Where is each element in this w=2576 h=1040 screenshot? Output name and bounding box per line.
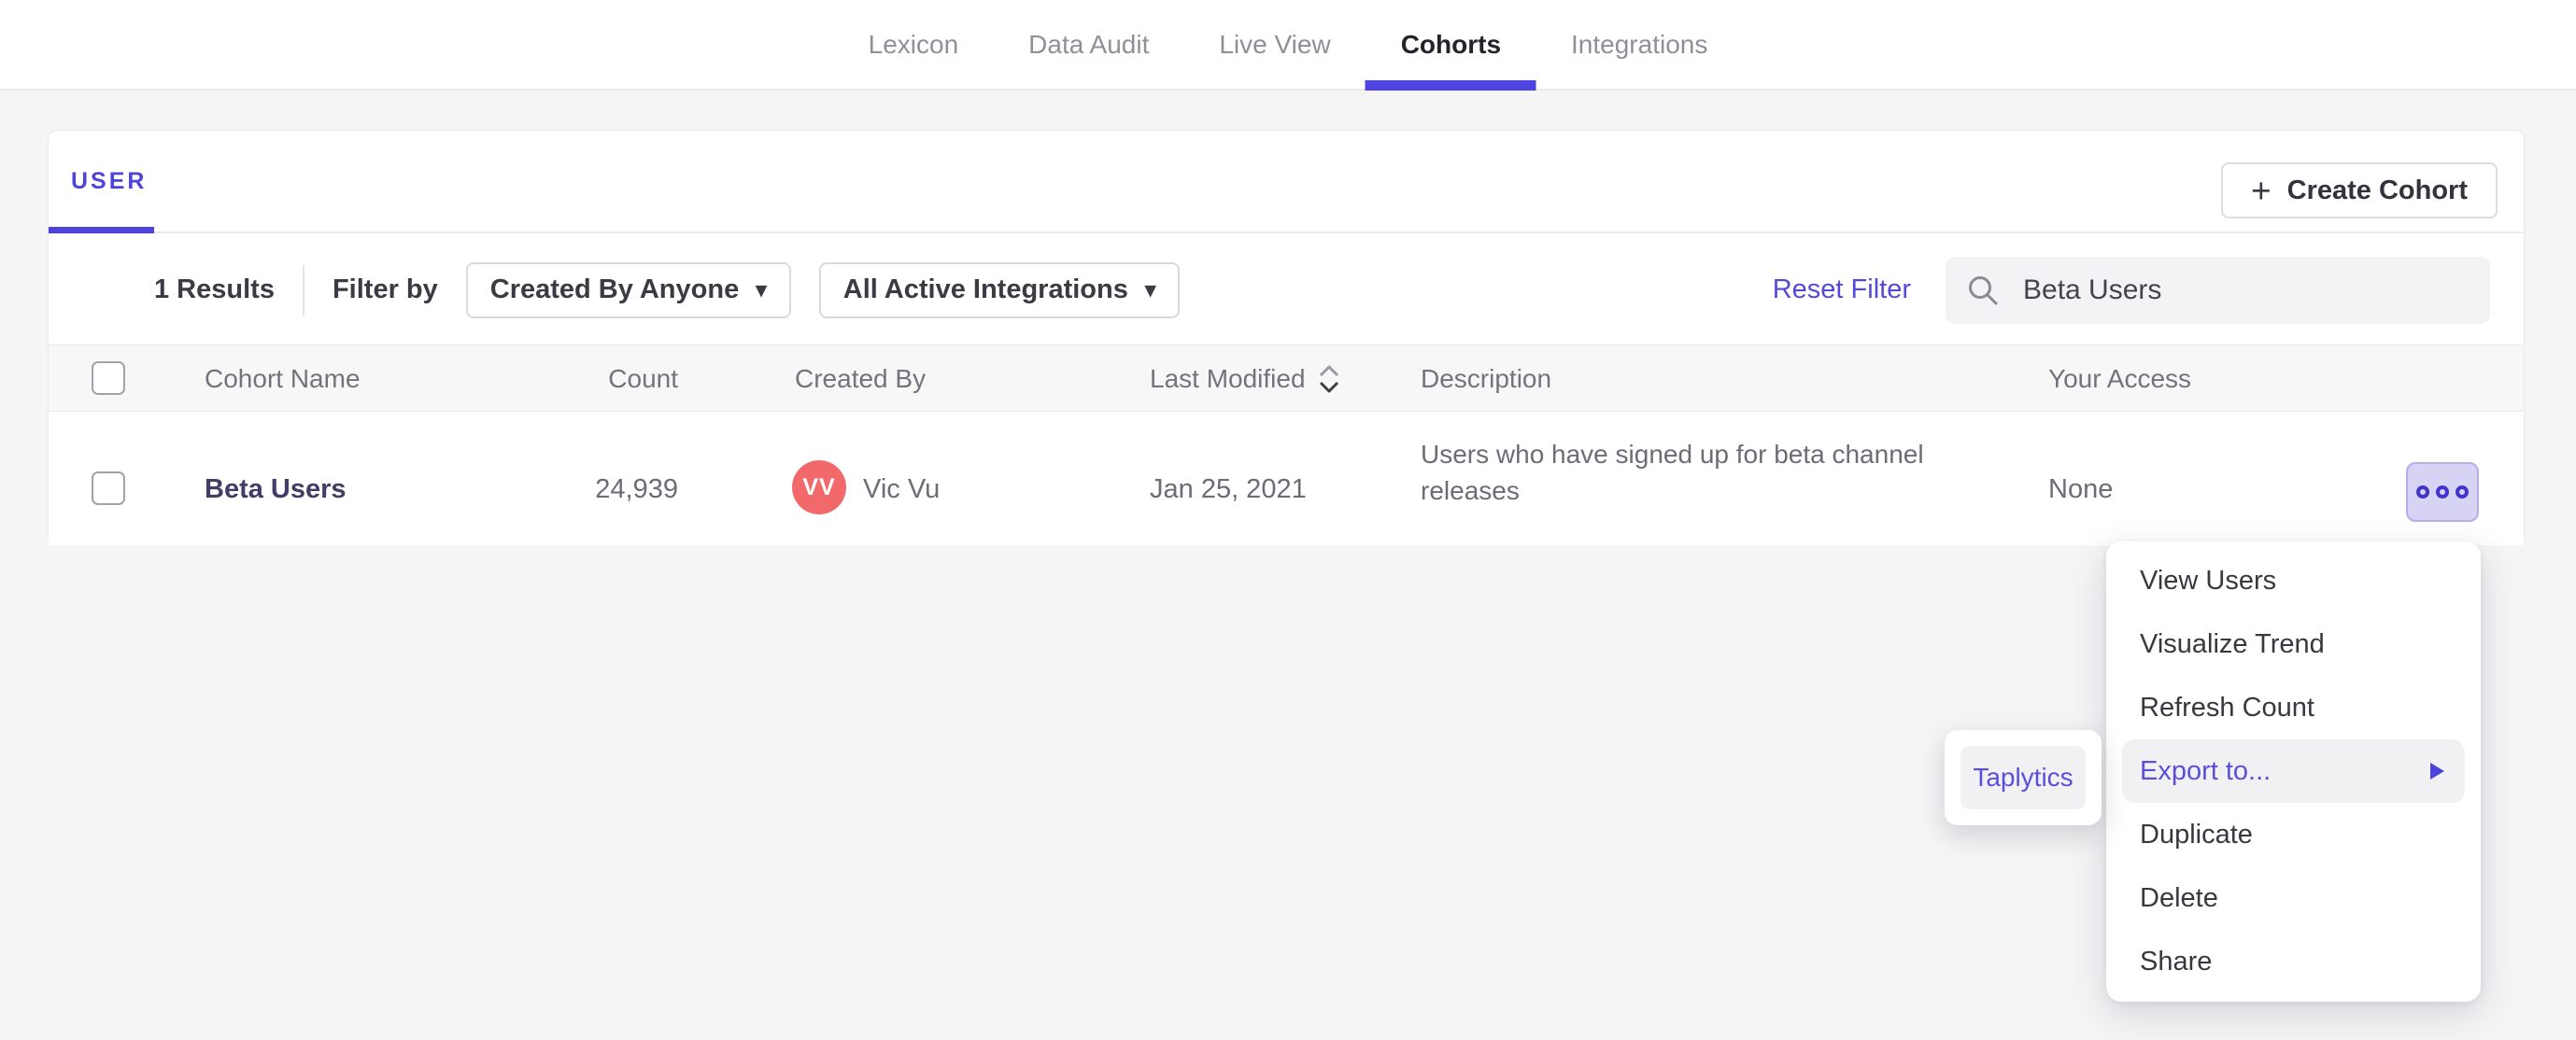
active-tab-underline — [1365, 80, 1536, 91]
filter-bar-left: 1 Results Filter by Created By Anyone ▾ … — [154, 233, 1181, 346]
row-checkbox[interactable] — [92, 471, 125, 505]
last-modified-value: Jan 25, 2021 — [1150, 474, 1307, 504]
menu-item-export-to-label: Export to... — [2140, 755, 2272, 786]
top-navigation: Lexicon Data Audit Live View Cohorts Int… — [0, 0, 2576, 91]
integrations-dropdown-value: All Active Integrations — [842, 274, 1128, 304]
header-description: Description — [1421, 364, 1552, 393]
created-by-dropdown-value: Created By Anyone — [489, 274, 740, 304]
integrations-dropdown[interactable]: All Active Integrations ▾ — [818, 261, 1181, 318]
chevron-down-icon: ▾ — [756, 277, 767, 302]
table-header-row: Cohort Name Count Created By Last Modifi… — [49, 344, 2524, 412]
tab-user-label: USER — [71, 167, 148, 194]
search-box[interactable] — [1946, 256, 2490, 324]
search-input[interactable] — [2023, 274, 2490, 306]
plus-icon: + — [2251, 171, 2272, 210]
menu-item-duplicate[interactable]: Duplicate — [2106, 803, 2481, 866]
header-cohort-name: Cohort Name — [205, 364, 361, 393]
avatar: VV — [792, 460, 846, 514]
nav-tab-label: Live View — [1219, 29, 1331, 59]
menu-item-visualize-trend[interactable]: Visualize Trend — [2106, 612, 2481, 676]
more-options-icon — [2436, 485, 2449, 499]
header-last-modified[interactable]: Last Modified — [1150, 362, 1341, 396]
nav-tab-label: Integrations — [1571, 29, 1708, 59]
more-options-icon — [2416, 485, 2429, 499]
nav-tab-cohorts[interactable]: Cohorts — [1365, 0, 1536, 91]
cohort-name-link[interactable]: Beta Users — [205, 473, 347, 505]
create-cohort-button[interactable]: + Create Cohort — [2221, 162, 2498, 218]
nav-tab-label: Lexicon — [868, 29, 959, 59]
header-last-modified-label: Last Modified — [1150, 364, 1306, 393]
menu-item-delete[interactable]: Delete — [2106, 866, 2481, 930]
more-options-button[interactable] — [2406, 462, 2479, 522]
cohort-description: Users who have signed up for beta channe… — [1421, 440, 1924, 505]
header-created-by: Created By — [795, 364, 927, 393]
panel-tab-row: USER + Create Cohort — [49, 131, 2524, 233]
header-your-access: Your Access — [2048, 364, 2192, 393]
creator-name: Vic Vu — [863, 474, 941, 504]
tab-user[interactable]: USER — [71, 131, 147, 232]
divider — [302, 264, 304, 316]
header-count: Count — [608, 364, 678, 393]
sort-icon — [1319, 365, 1338, 393]
submenu-item-taplytics[interactable]: Taplytics — [1960, 746, 2086, 809]
chevron-down-icon: ▾ — [1144, 277, 1156, 302]
user-tab-underline — [49, 227, 154, 233]
results-count: 1 Results — [154, 274, 275, 304]
menu-item-view-users[interactable]: View Users — [2106, 549, 2481, 612]
create-cohort-label: Create Cohort — [2286, 175, 2468, 205]
created-by-dropdown[interactable]: Created By Anyone ▾ — [465, 261, 791, 318]
nav-tab-label: Data Audit — [1028, 29, 1150, 59]
filter-bar-right: Reset Filter — [1773, 233, 2490, 346]
cohorts-panel: USER + Create Cohort 1 Results Filter by… — [48, 130, 2525, 545]
more-options-icon — [2456, 485, 2469, 499]
menu-item-export-to[interactable]: Export to... — [2122, 739, 2465, 803]
your-access-value: None — [2048, 474, 2114, 504]
submenu-arrow-icon — [2430, 763, 2444, 780]
nav-tab-data-audit[interactable]: Data Audit — [1028, 0, 1149, 89]
nav-tab-lexicon[interactable]: Lexicon — [869, 0, 959, 89]
filter-by-label: Filter by — [332, 274, 438, 304]
row-context-menu: View Users Visualize Trend Refresh Count… — [2106, 541, 2481, 1002]
nav-tab-live-view[interactable]: Live View — [1219, 0, 1330, 89]
cohort-count: 24,939 — [595, 474, 678, 504]
nav-tab-integrations[interactable]: Integrations — [1571, 0, 1707, 89]
nav-tab-label: Cohorts — [1400, 29, 1502, 59]
search-icon — [1969, 275, 1998, 304]
table-row: Beta Users 24,939 VV Vic Vu Jan 25, 2021… — [49, 412, 2524, 545]
reset-filter-link[interactable]: Reset Filter — [1773, 274, 1911, 305]
menu-item-refresh-count[interactable]: Refresh Count — [2106, 676, 2481, 739]
select-all-checkbox[interactable] — [92, 361, 125, 395]
export-submenu: Taplytics — [1945, 730, 2102, 825]
menu-item-share[interactable]: Share — [2106, 930, 2481, 993]
